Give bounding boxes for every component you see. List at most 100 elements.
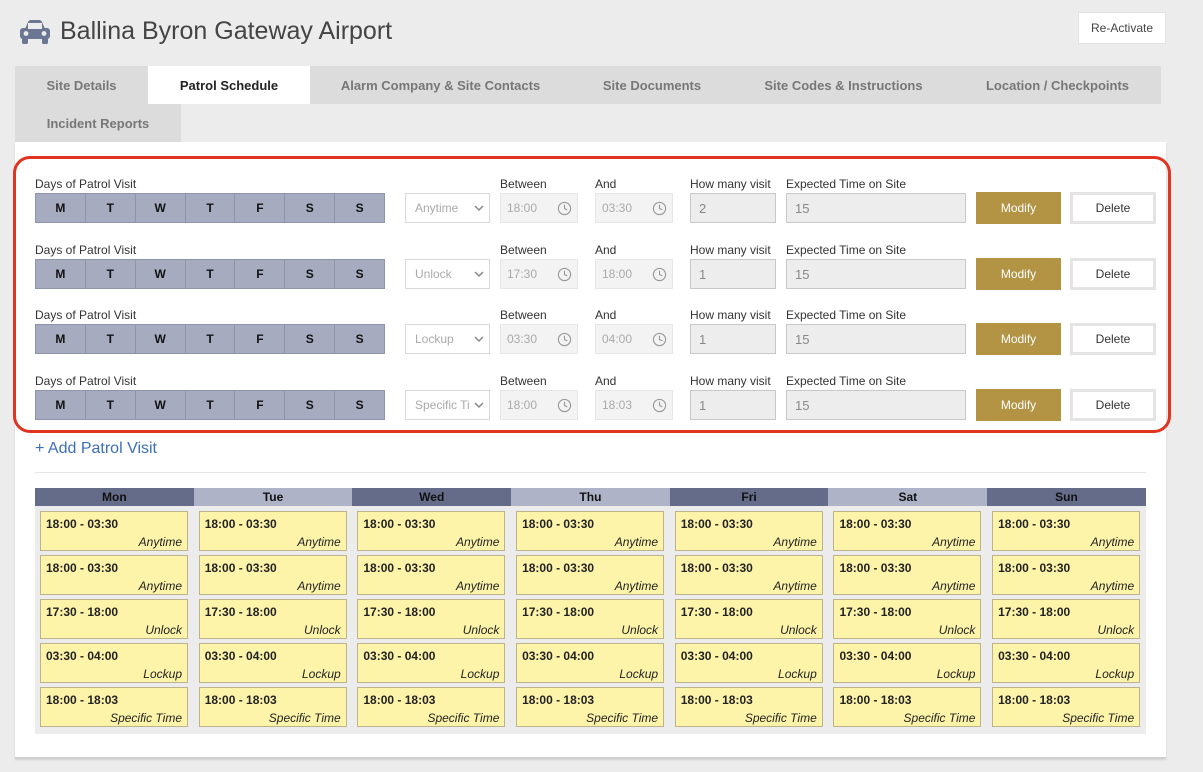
and-time-field[interactable]: 04:00 [595,324,673,354]
day-toggle[interactable]: F [235,391,286,419]
calendar-event[interactable]: 18:00 - 03:30 Anytime [992,555,1141,595]
and-time-field[interactable]: 03:30 [595,193,673,223]
calendar-event[interactable]: 17:30 - 18:00 Unlock [198,599,347,639]
calendar-event[interactable]: 18:00 - 18:03 Specific Time [198,687,347,727]
calendar-event[interactable]: 17:30 - 18:00 Unlock [516,599,665,639]
calendar-event[interactable]: 03:30 - 04:00 Lockup [833,643,982,683]
day-toggle[interactable]: T [85,194,136,222]
reactivate-button[interactable]: Re-Activate [1078,12,1166,44]
day-toggle[interactable]: S [285,194,336,222]
calendar-event[interactable]: 03:30 - 04:00 Lockup [198,643,347,683]
day-toggle[interactable]: M [36,391,86,419]
calendar-event[interactable]: 17:30 - 18:00 Unlock [992,599,1141,639]
day-toggle[interactable]: S [335,325,385,353]
visit-type-select[interactable]: Specific Ti [405,390,490,420]
day-toggle[interactable]: T [85,260,136,288]
visit-count-field[interactable]: 1 [690,390,776,420]
calendar-event[interactable]: 17:30 - 18:00 Unlock [357,599,506,639]
calendar-event[interactable]: 18:00 - 03:30 Anytime [357,511,506,551]
day-toggle[interactable]: F [235,325,286,353]
expected-time-field[interactable]: 15 [786,324,966,354]
visit-count-field[interactable]: 1 [690,259,776,289]
delete-button[interactable]: Delete [1070,258,1156,290]
calendar-event[interactable]: 18:00 - 18:03 Specific Time [833,687,982,727]
day-toggle[interactable]: T [185,194,236,222]
expected-time-field[interactable]: 15 [786,193,966,223]
calendar-event[interactable]: 18:00 - 03:30 Anytime [833,511,982,551]
visit-type-select[interactable]: Lockup [405,324,490,354]
calendar-event[interactable]: 03:30 - 04:00 Lockup [357,643,506,683]
day-toggle[interactable]: S [285,260,336,288]
modify-button[interactable]: Modify [976,192,1061,224]
calendar-event[interactable]: 03:30 - 04:00 Lockup [674,643,823,683]
calendar-event[interactable]: 17:30 - 18:00 Unlock [40,599,188,639]
calendar-event[interactable]: 18:00 - 03:30 Anytime [40,511,188,551]
and-time-field[interactable]: 18:03 [595,390,673,420]
calendar-event[interactable]: 18:00 - 03:30 Anytime [198,511,347,551]
between-time-field[interactable]: 18:00 [500,390,578,420]
tab-alarm-company[interactable]: Alarm Company & Site Contacts [310,66,571,104]
day-toggle[interactable]: W [135,391,186,419]
tab-site-documents[interactable]: Site Documents [571,66,733,104]
visit-count-field[interactable]: 1 [690,324,776,354]
calendar-event[interactable]: 18:00 - 03:30 Anytime [992,511,1141,551]
calendar-event[interactable]: 18:00 - 18:03 Specific Time [992,687,1141,727]
modify-button[interactable]: Modify [976,323,1061,355]
calendar-event[interactable]: 17:30 - 18:00 Unlock [833,599,982,639]
day-toggle[interactable]: T [185,391,236,419]
tab-site-details[interactable]: Site Details [15,66,148,104]
day-toggle[interactable]: W [135,260,186,288]
day-toggle[interactable]: T [85,391,136,419]
day-toggle[interactable]: T [185,325,236,353]
day-toggle[interactable]: M [36,194,86,222]
day-toggle[interactable]: F [235,194,286,222]
day-toggle[interactable]: F [235,260,286,288]
and-time-field[interactable]: 18:00 [595,259,673,289]
day-toggle[interactable]: T [85,325,136,353]
tab-patrol-schedule[interactable]: Patrol Schedule [148,66,310,104]
visit-count-field[interactable]: 2 [690,193,776,223]
calendar-event[interactable]: 18:00 - 18:03 Specific Time [674,687,823,727]
expected-time-field[interactable]: 15 [786,259,966,289]
between-time-field[interactable]: 18:00 [500,193,578,223]
tab-site-codes[interactable]: Site Codes & Instructions [733,66,954,104]
visit-type-select[interactable]: Anytime [405,193,490,223]
calendar-event[interactable]: 03:30 - 04:00 Lockup [40,643,188,683]
calendar-event[interactable]: 18:00 - 03:30 Anytime [516,511,665,551]
calendar-event[interactable]: 18:00 - 03:30 Anytime [516,555,665,595]
delete-button[interactable]: Delete [1070,389,1156,421]
day-toggle[interactable]: W [135,194,186,222]
delete-button[interactable]: Delete [1070,192,1156,224]
modify-button[interactable]: Modify [976,258,1061,290]
day-toggle[interactable]: T [185,260,236,288]
calendar-event[interactable]: 18:00 - 03:30 Anytime [198,555,347,595]
modify-button[interactable]: Modify [976,389,1061,421]
calendar-event[interactable]: 18:00 - 03:30 Anytime [674,555,823,595]
day-toggle[interactable]: S [285,325,336,353]
tab-incident-reports[interactable]: Incident Reports [15,104,181,142]
day-toggle[interactable]: S [335,260,385,288]
calendar-event[interactable]: 03:30 - 04:00 Lockup [992,643,1141,683]
delete-button[interactable]: Delete [1070,323,1156,355]
calendar-event[interactable]: 18:00 - 03:30 Anytime [833,555,982,595]
calendar-event[interactable]: 18:00 - 03:30 Anytime [357,555,506,595]
visit-type-select[interactable]: Unlock [405,259,490,289]
calendar-event[interactable]: 18:00 - 18:03 Specific Time [40,687,188,727]
calendar-event[interactable]: 03:30 - 04:00 Lockup [516,643,665,683]
calendar-event[interactable]: 18:00 - 18:03 Specific Time [357,687,506,727]
day-toggle[interactable]: S [335,391,385,419]
day-toggle[interactable]: M [36,260,86,288]
between-time-field[interactable]: 03:30 [500,324,578,354]
tab-location-checkpoints[interactable]: Location / Checkpoints [954,66,1161,104]
calendar-event[interactable]: 18:00 - 03:30 Anytime [674,511,823,551]
expected-time-field[interactable]: 15 [786,390,966,420]
add-patrol-visit-link[interactable]: + Add Patrol Visit [35,440,157,458]
calendar-event[interactable]: 17:30 - 18:00 Unlock [674,599,823,639]
between-time-field[interactable]: 17:30 [500,259,578,289]
calendar-event[interactable]: 18:00 - 03:30 Anytime [40,555,188,595]
day-toggle[interactable]: W [135,325,186,353]
day-toggle[interactable]: S [335,194,385,222]
calendar-event[interactable]: 18:00 - 18:03 Specific Time [516,687,665,727]
day-toggle[interactable]: S [285,391,336,419]
day-toggle[interactable]: M [36,325,86,353]
